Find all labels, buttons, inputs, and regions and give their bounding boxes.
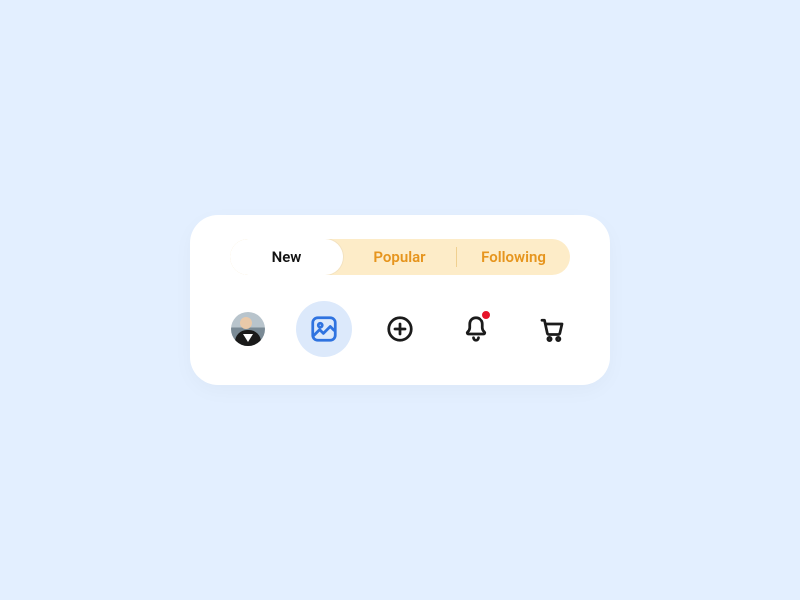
cart-icon [537, 314, 567, 344]
image-icon [309, 314, 339, 344]
bottom-nav [216, 301, 584, 357]
nav-card: New Popular Following [190, 215, 610, 385]
tab-popular[interactable]: Popular [343, 239, 456, 275]
nav-cart[interactable] [524, 301, 580, 357]
notification-badge [480, 309, 492, 321]
nav-gallery[interactable] [296, 301, 352, 357]
avatar-icon [231, 312, 265, 346]
tab-popular-label: Popular [373, 248, 425, 266]
tab-new[interactable]: New [230, 239, 343, 275]
nav-add[interactable] [372, 301, 428, 357]
plus-circle-icon [385, 314, 415, 344]
nav-profile[interactable] [220, 301, 276, 357]
tab-bar: New Popular Following [230, 239, 570, 275]
tab-following[interactable]: Following [457, 239, 570, 275]
tab-following-label: Following [481, 248, 546, 266]
nav-notifications[interactable] [448, 301, 504, 357]
tab-new-label: New [272, 248, 302, 266]
